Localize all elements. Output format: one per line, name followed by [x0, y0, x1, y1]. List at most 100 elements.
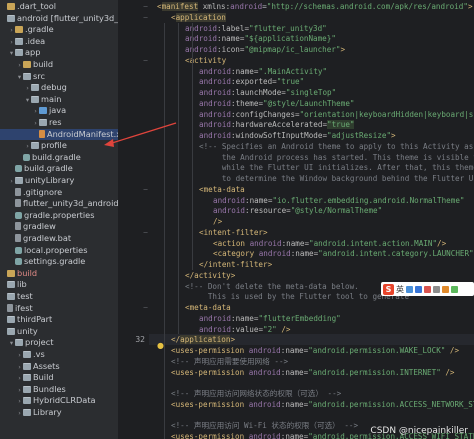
code-line[interactable]: android:theme="@style/LaunchTheme"	[149, 98, 354, 109]
code-line[interactable]: <!-- Don't delete the meta-data below.	[149, 281, 359, 292]
code-line[interactable]: the Android process has started. This th…	[149, 152, 474, 163]
ime-toolbar[interactable]: S 英	[381, 282, 474, 296]
chevron-right-icon[interactable]: ›	[8, 176, 15, 187]
chevron-right-icon[interactable]: ›	[16, 60, 23, 71]
fold-icon[interactable]: −	[143, 1, 148, 12]
code-line[interactable]: <meta-data	[149, 302, 231, 313]
tree-item[interactable]: › .gradle	[0, 24, 118, 36]
code-line[interactable]: android:exported="true"	[149, 76, 304, 87]
tree-item[interactable]: ▾ app	[0, 47, 118, 59]
code-line[interactable]: <action android:name="android.intent.act…	[149, 238, 446, 249]
chevron-down-icon[interactable]: ▾	[8, 338, 15, 349]
chevron-right-icon[interactable]: ›	[24, 83, 31, 94]
code-line[interactable]: while the Flutter UI initializes. After …	[149, 162, 474, 173]
code-line[interactable]: android:windowSoftInputMode="adjustResiz…	[149, 130, 396, 141]
tree-item[interactable]: gradlew	[0, 221, 118, 232]
tree-item[interactable]: lib	[0, 279, 118, 290]
code-line[interactable]: <!-- 声明应用访问 Wi-Fi 状态的权限（可选） -->	[149, 420, 358, 431]
code-line[interactable]: <category android:name="android.intent.c…	[149, 248, 474, 259]
ime-mode-label[interactable]: 英	[396, 284, 404, 295]
chevron-right-icon[interactable]: ›	[24, 141, 31, 152]
code-line[interactable]	[149, 377, 157, 388]
fold-icon[interactable]: −	[143, 12, 148, 23]
ime-tools-icon[interactable]	[451, 285, 458, 293]
ime-punct-icon[interactable]	[406, 285, 413, 293]
chevron-right-icon[interactable]: ›	[16, 408, 23, 419]
code-line[interactable]: android:hardwareAccelerated="true"	[149, 119, 355, 130]
code-line[interactable]: <!-- 声明应用需要使用网络 -->	[149, 356, 288, 367]
code-line[interactable]: <uses-permission android:name="android.p…	[149, 399, 474, 410]
chevron-right-icon[interactable]: ›	[16, 350, 23, 361]
code-line[interactable]	[149, 410, 157, 421]
tree-item[interactable]: › .vs	[0, 349, 118, 361]
tree-item[interactable]: › HybridCLRData	[0, 395, 118, 407]
fold-icon[interactable]: −	[143, 184, 148, 195]
tree-item[interactable]: thirdPart	[0, 314, 118, 325]
tree-item[interactable]: unity	[0, 326, 118, 337]
tree-item[interactable]: local.properties	[0, 245, 118, 256]
tree-item[interactable]: › Library	[0, 407, 118, 419]
tree-item[interactable]: › build	[0, 59, 118, 71]
tree-item[interactable]: build.gradle	[0, 163, 118, 174]
tree-item[interactable]: test	[0, 291, 118, 302]
ime-keyboard-icon[interactable]	[433, 285, 440, 293]
code-line[interactable]: to determine the Window background behin…	[149, 173, 474, 184]
chevron-right-icon[interactable]: ›	[32, 118, 39, 129]
tree-item[interactable]: settings.gradle	[0, 256, 118, 267]
tree-item[interactable]: ifest	[0, 303, 118, 314]
tree-item[interactable]: › .idea	[0, 36, 118, 48]
code-line[interactable]: </activity>	[149, 270, 235, 281]
code-line[interactable]: android:label="flutter_unity3d"	[149, 23, 327, 34]
chevron-right-icon[interactable]: ›	[8, 25, 15, 36]
code-line[interactable]: android:configChanges="orientation|keybo…	[149, 109, 474, 120]
project-tree[interactable]: .dart_toolandroid [flutter_unity3d_andro…	[0, 0, 119, 439]
tree-item[interactable]: gradle.properties	[0, 210, 118, 221]
chevron-right-icon[interactable]: ›	[16, 385, 23, 396]
tree-item[interactable]: flutter_unity3d_android.iml	[0, 198, 118, 209]
tree-item[interactable]: › java	[0, 105, 118, 117]
tree-item[interactable]: gradlew.bat	[0, 233, 118, 244]
tree-item[interactable]: build.gradle	[0, 152, 118, 163]
tree-item[interactable]: › debug	[0, 82, 118, 94]
code-line[interactable]: />	[149, 216, 222, 227]
code-line[interactable]: </application>	[149, 334, 474, 346]
tree-item[interactable]: android [flutter_unity3d_android]	[0, 13, 118, 24]
tree-item[interactable]: .dart_tool	[0, 1, 118, 12]
code-line[interactable]: This is used by the Flutter tool to gene…	[149, 291, 409, 302]
ime-mic-icon[interactable]	[415, 285, 422, 293]
ime-skin-icon[interactable]	[442, 285, 449, 293]
code-line[interactable]: android:name=".MainActivity"	[149, 66, 327, 77]
code-line[interactable]: android:name="io.flutter.embedding.andro…	[149, 195, 464, 206]
chevron-right-icon[interactable]: ›	[8, 37, 15, 48]
code-line[interactable]: </intent-filter>	[149, 259, 272, 270]
code-line[interactable]: <!-- Specifies an Android theme to apply…	[149, 141, 474, 152]
tree-item[interactable]: .gitignore	[0, 187, 118, 198]
chevron-right-icon[interactable]: ›	[16, 396, 23, 407]
tree-item[interactable]: build	[0, 268, 118, 279]
fold-icon[interactable]: −	[143, 227, 148, 238]
fold-icon[interactable]: −	[143, 55, 148, 66]
fold-icon[interactable]: −	[143, 302, 148, 313]
tree-item[interactable]: ▾ src	[0, 71, 118, 83]
tree-item[interactable]: › Bundles	[0, 384, 118, 396]
code-line[interactable]: <manifest xmlns:android="http://schemas.…	[149, 1, 473, 12]
tree-item[interactable]: › unityLibrary	[0, 175, 118, 187]
code-editor[interactable]: <manifest xmlns:android="http://schemas.…	[149, 0, 474, 439]
tree-item[interactable]: › profile	[0, 140, 118, 152]
chevron-right-icon[interactable]: ›	[32, 106, 39, 117]
chevron-down-icon[interactable]: ▾	[16, 72, 23, 83]
code-line[interactable]: android:value="2" />	[149, 324, 290, 335]
code-line[interactable]: <uses-permission android:name="android.p…	[149, 367, 455, 378]
tree-item[interactable]: › res	[0, 117, 118, 129]
chevron-down-icon[interactable]: ▾	[24, 95, 31, 106]
chevron-down-icon[interactable]: ▾	[8, 48, 15, 59]
code-line[interactable]: <application	[149, 12, 226, 23]
ime-emoji-icon[interactable]	[424, 285, 431, 293]
code-line[interactable]: <intent-filter>	[149, 227, 268, 238]
code-line[interactable]: <uses-permission android:name="android.p…	[149, 345, 459, 356]
code-line[interactable]: <activity	[149, 55, 226, 66]
chevron-right-icon[interactable]: ›	[16, 373, 23, 384]
code-line[interactable]: <!-- 声明应用访问网络状态的权限（可选） -->	[149, 388, 341, 399]
tree-item[interactable]: › Assets	[0, 361, 118, 372]
tree-item[interactable]: ▾ main	[0, 94, 118, 106]
